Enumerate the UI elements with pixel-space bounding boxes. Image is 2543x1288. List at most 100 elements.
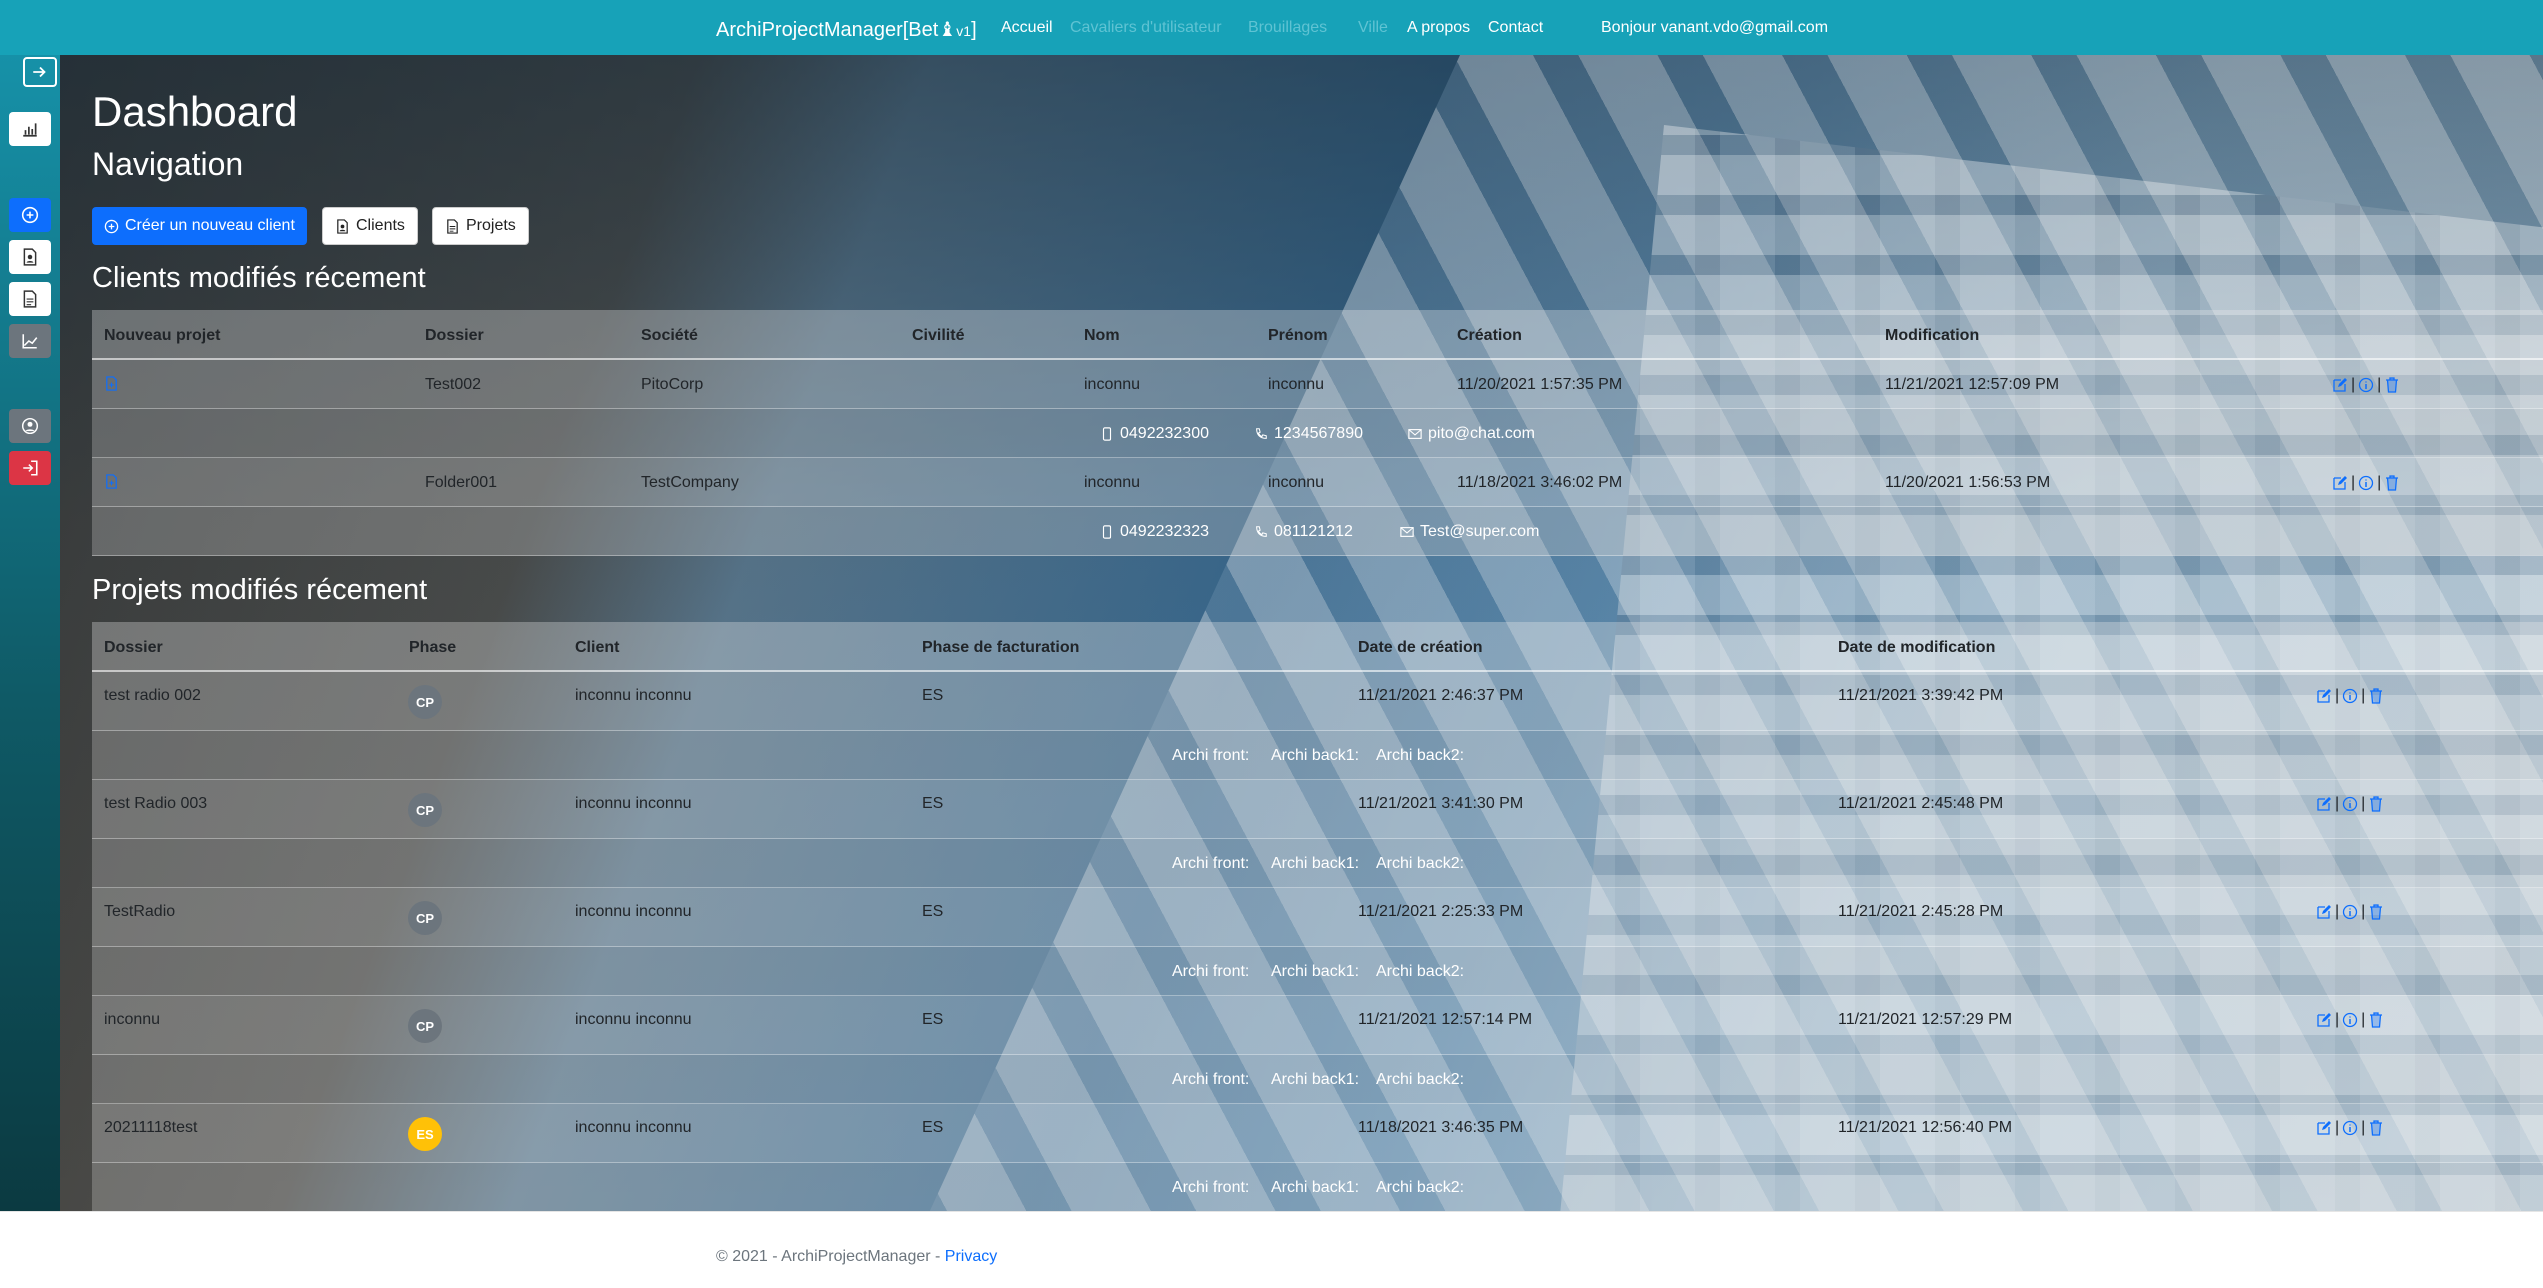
col-creation: Création <box>1457 327 1522 344</box>
info-button[interactable] <box>2342 1120 2358 1136</box>
col-phase-facturation: Phase de facturation <box>922 639 1080 656</box>
project-assignment-row: Archi front: Archi back1: Archi back2: <box>92 1055 2543 1104</box>
table-row: 20211118test inconnu inconnu ES 11/18/2021 … <box>92 1104 2543 1163</box>
nav-ville[interactable]: Ville <box>1358 19 1388 37</box>
phase-badge: CP <box>408 685 442 719</box>
edit-button[interactable] <box>2316 1120 2332 1136</box>
line-chart-icon <box>22 334 38 349</box>
edit-button[interactable] <box>2332 475 2348 491</box>
separator: | <box>2335 687 2340 704</box>
project-assignment-row: Archi front: Archi back1: Archi back2: <box>92 1163 2543 1212</box>
nav-brouillages[interactable]: Brouillages <box>1248 19 1327 37</box>
file-plus-icon <box>106 474 117 489</box>
delete-button[interactable] <box>2368 1012 2384 1028</box>
separator: | <box>2361 795 2366 812</box>
logout-icon <box>23 460 38 476</box>
edit-button[interactable] <box>2332 377 2348 393</box>
client-prenom: inconnu <box>1268 376 1325 393</box>
clients-label: Clients <box>356 217 405 234</box>
sidebar-logout-button[interactable] <box>9 451 51 485</box>
info-button[interactable] <box>2342 1012 2358 1028</box>
bar-chart-icon <box>23 123 37 137</box>
archi-back2-label: Archi back2: <box>1376 963 1465 980</box>
brand-close: ] <box>971 19 977 41</box>
row-actions: | | <box>2316 795 2384 813</box>
sidebar-projects-button[interactable] <box>9 282 51 316</box>
project-client: inconnu inconnu <box>575 795 692 812</box>
table-row: Folder001 TestCompany inconnu inconnu 11… <box>92 458 2543 507</box>
project-date-creation: 11/21/2021 2:25:33 PM <box>1358 903 1524 920</box>
col-client: Client <box>575 639 620 656</box>
sidebar-toggle-button[interactable] <box>23 57 57 87</box>
separator: | <box>2335 1011 2340 1028</box>
archi-front-label: Archi front: <box>1172 747 1250 764</box>
projects-table-header: Dossier Phase Client Phase de facturatio… <box>92 622 2543 672</box>
nav-cavaliers[interactable]: Cavaliers d'utilisateur <box>1070 19 1222 37</box>
info-icon <box>2343 688 2358 704</box>
plus-circle-icon <box>21 206 39 224</box>
archi-back1-label: Archi back1: <box>1271 963 1360 980</box>
edit-button[interactable] <box>2316 688 2332 704</box>
edit-icon <box>2317 797 2331 811</box>
row-actions: | | <box>2316 687 2384 705</box>
create-client-button[interactable]: Créer un nouveau client <box>92 207 307 245</box>
table-row: test Radio 003 inconnu inconnu ES 11/21/202… <box>92 780 2543 839</box>
project-dossier: test radio 002 <box>104 687 201 704</box>
telephone-icon <box>1256 428 1267 439</box>
info-button[interactable] <box>2342 796 2358 812</box>
nav-contact[interactable]: Contact <box>1488 19 1543 37</box>
client-nom: inconnu <box>1084 474 1141 491</box>
projects-section-title: Projets modifiés récement <box>92 574 428 606</box>
clients-section-title: Clients modifiés récement <box>92 262 426 294</box>
info-button[interactable] <box>2358 475 2374 491</box>
separator: | <box>2335 795 2340 812</box>
edit-button[interactable] <box>2316 1012 2332 1028</box>
sidebar-stats-button[interactable] <box>9 112 51 146</box>
new-project-link[interactable] <box>104 474 119 494</box>
project-assignment-row: Archi front: Archi back1: Archi back2: <box>92 839 2543 888</box>
separator: | <box>2361 687 2366 704</box>
info-button[interactable] <box>2342 904 2358 920</box>
top-navbar: ArchiProjectManager[Bet♝v1] Accueil Cava… <box>0 0 2543 55</box>
user-greeting[interactable]: Bonjour vanant.vdo@gmail.com <box>1601 19 1828 37</box>
email-address: Test@super.com <box>1420 523 1540 540</box>
delete-button[interactable] <box>2368 796 2384 812</box>
trash-icon <box>2370 796 2383 812</box>
archi-back2-label: Archi back2: <box>1376 747 1465 764</box>
col-phase: Phase <box>409 639 457 656</box>
nav-accueil[interactable]: Accueil <box>1001 19 1053 37</box>
delete-button[interactable] <box>2368 688 2384 704</box>
col-modification: Modification <box>1885 327 1980 344</box>
privacy-link[interactable]: Privacy <box>945 1248 997 1265</box>
projects-button[interactable]: Projets <box>432 207 529 245</box>
client-phone: 081121212 <box>1254 523 1353 541</box>
new-project-link[interactable] <box>104 376 119 396</box>
edit-button[interactable] <box>2316 796 2332 812</box>
project-facturation: ES <box>922 903 944 920</box>
info-button[interactable] <box>2358 377 2374 393</box>
clients-button[interactable]: Clients <box>322 207 418 245</box>
col-dossier: Dossier <box>104 639 163 656</box>
info-button[interactable] <box>2342 688 2358 704</box>
project-client: inconnu inconnu <box>575 687 692 704</box>
trash-icon <box>2386 377 2399 393</box>
delete-button[interactable] <box>2384 377 2400 393</box>
project-dossier: inconnu <box>104 1011 161 1028</box>
sidebar-add-button[interactable] <box>9 198 51 232</box>
sidebar-graph-button[interactable] <box>9 324 51 358</box>
edit-button[interactable] <box>2316 904 2332 920</box>
phone-number: 1234567890 <box>1274 425 1363 442</box>
delete-button[interactable] <box>2368 904 2384 920</box>
separator: | <box>2335 903 2340 920</box>
delete-button[interactable] <box>2384 475 2400 491</box>
brand-version: v1 <box>956 23 972 39</box>
edit-icon <box>2333 476 2347 490</box>
delete-button[interactable] <box>2368 1120 2384 1136</box>
sidebar-clients-button[interactable] <box>9 240 51 274</box>
project-dossier: 20211118test <box>104 1119 198 1136</box>
nav-apropos[interactable]: A propos <box>1407 19 1470 37</box>
client-nom: inconnu <box>1084 376 1141 393</box>
envelope-icon <box>1408 429 1422 439</box>
sidebar-profile-button[interactable] <box>9 409 51 443</box>
brand-link[interactable]: ArchiProjectManager[Bet♝v1] <box>716 17 977 42</box>
